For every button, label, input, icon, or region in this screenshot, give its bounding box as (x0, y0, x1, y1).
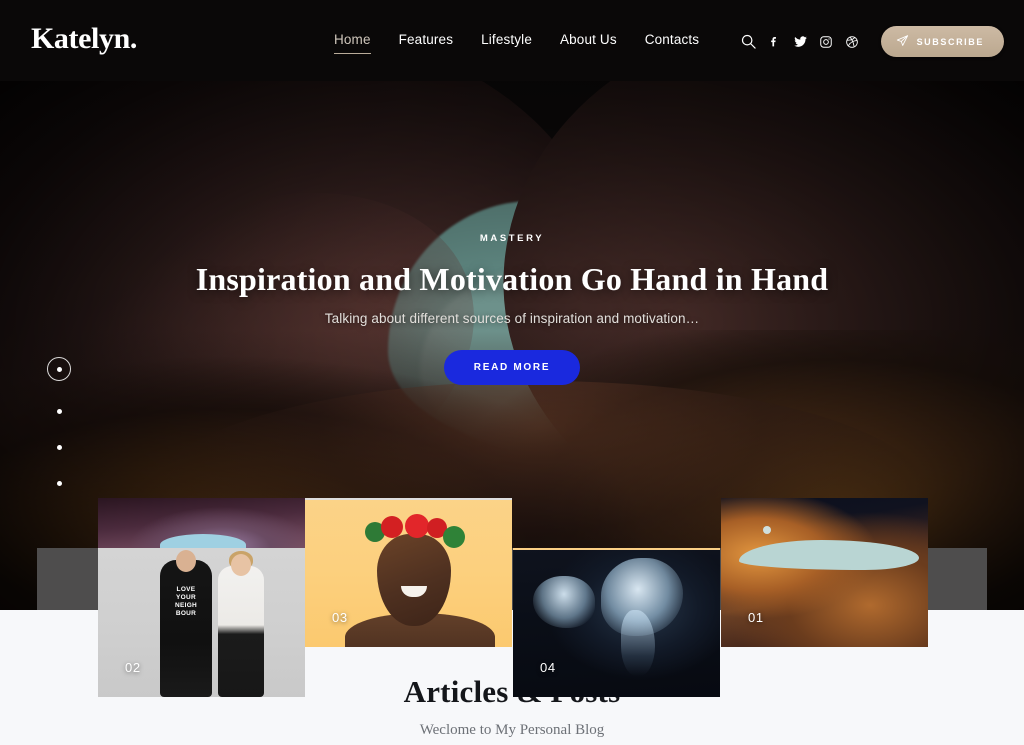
page-root: Katelyn. Home Features Lifestyle About U… (0, 0, 1024, 745)
slider-pagination (47, 357, 71, 501)
header-tools: SUBSCRIBE (736, 26, 1004, 57)
paper-plane-icon (896, 34, 909, 50)
slider-dot-1[interactable] (47, 357, 71, 381)
nav-item-contacts[interactable]: Contacts (645, 32, 699, 53)
main-navigation: Home Features Lifestyle About Us Contact… (334, 32, 699, 54)
twitter-icon[interactable] (788, 27, 813, 56)
thumbnail-strip: LOVE YOUR NEIGH BOUR 02 03 04 01 (98, 0, 928, 745)
dribbble-icon[interactable] (840, 27, 865, 56)
site-header: Katelyn. Home Features Lifestyle About U… (0, 0, 1024, 81)
thumbnail-card-01[interactable]: 01 (721, 498, 928, 647)
nav-item-about-us[interactable]: About Us (560, 32, 617, 53)
slider-dot-2[interactable] (47, 393, 71, 429)
subscribe-button[interactable]: SUBSCRIBE (880, 26, 1004, 57)
thumbnail-number: 03 (332, 610, 348, 625)
thumbnail-card-04[interactable]: 04 (513, 548, 720, 697)
site-logo[interactable]: Katelyn. (31, 24, 137, 54)
thumbnail-number: 04 (540, 660, 556, 675)
nav-item-lifestyle[interactable]: Lifestyle (481, 32, 532, 53)
thumbnail-number: 02 (125, 660, 141, 675)
nav-item-home[interactable]: Home (334, 32, 371, 54)
thumbnail-number: 01 (748, 610, 764, 625)
search-icon[interactable] (736, 27, 761, 56)
thumbnail-card-03[interactable]: 03 (305, 498, 512, 647)
thumbnail-card-02[interactable]: LOVE YOUR NEIGH BOUR 02 (98, 548, 305, 697)
subscribe-label: SUBSCRIBE (916, 36, 984, 47)
nav-item-features[interactable]: Features (399, 32, 453, 53)
facebook-icon[interactable] (762, 27, 787, 56)
slider-dot-3[interactable] (47, 429, 71, 465)
instagram-icon[interactable] (814, 27, 839, 56)
slider-dot-4[interactable] (47, 465, 71, 501)
